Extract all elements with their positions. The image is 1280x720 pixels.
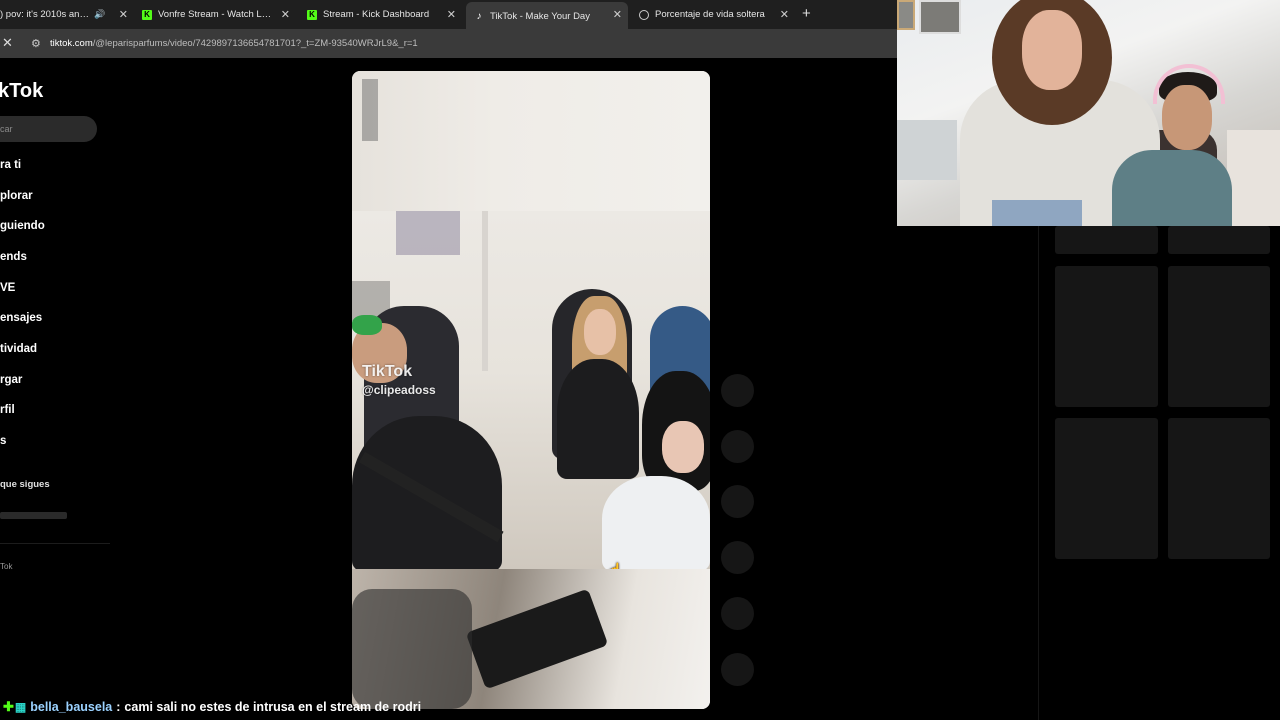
tab-title: ) pov: it's 2010s and you bbox=[0, 9, 90, 20]
sidebar-footer: Tok bbox=[0, 562, 13, 571]
tab-tiktok[interactable]: ♪ TikTok - Make Your Day ✕ bbox=[466, 2, 628, 29]
video-bottom-blur bbox=[352, 569, 710, 709]
sidebar-item-actividad[interactable]: tividad bbox=[0, 343, 37, 355]
sidebar-item-live[interactable]: VE bbox=[0, 282, 15, 294]
webcam-overlay bbox=[897, 0, 1280, 226]
tab-pov-video[interactable]: ) pov: it's 2010s and you 🔊 ✕ bbox=[0, 4, 128, 25]
video-frame: TikTok @clipeadoss ☝ bbox=[352, 211, 710, 569]
close-tab-icon[interactable]: ✕ bbox=[613, 8, 622, 21]
subscriber-badge-icon: ▦ bbox=[14, 700, 27, 714]
video-thumbnail[interactable] bbox=[1055, 418, 1158, 559]
address-bar: ✕ ⚙ tiktok.com/@leparisparfums/video/742… bbox=[0, 29, 897, 58]
sidebar-item-mas[interactable]: s bbox=[0, 435, 6, 447]
url-host: tiktok.com bbox=[50, 38, 93, 49]
url-path: /@leparisparfums/video/74298971366547817… bbox=[92, 38, 418, 49]
mouse-cursor-icon: ☝ bbox=[606, 562, 623, 569]
sidebar-divider bbox=[0, 543, 110, 544]
kick-icon: K bbox=[142, 9, 152, 20]
tab-title: Stream - Kick Dashboard bbox=[323, 9, 430, 20]
search-input[interactable]: car bbox=[0, 116, 97, 142]
tab-title: TikTok - Make Your Day bbox=[490, 11, 590, 22]
tiktok-icon: ♪ bbox=[476, 11, 482, 22]
watermark-brand: TikTok bbox=[362, 363, 413, 380]
stop-loading-icon[interactable]: ✕ bbox=[2, 35, 13, 51]
close-tab-icon[interactable]: ✕ bbox=[447, 8, 456, 21]
speaker-icon[interactable]: 🔊 bbox=[94, 9, 105, 20]
moderator-badge-icon: ✚ bbox=[3, 699, 14, 714]
tiktok-logo[interactable]: kTok bbox=[0, 80, 43, 103]
wall-picture bbox=[919, 0, 961, 34]
sidebar-item-para-ti[interactable]: ra ti bbox=[0, 159, 21, 171]
video-player[interactable]: TikTok @clipeadoss ☝ bbox=[352, 71, 710, 709]
kick-icon: K bbox=[307, 9, 317, 20]
globe-icon bbox=[639, 9, 649, 20]
close-tab-icon[interactable]: ✕ bbox=[281, 8, 290, 21]
sidebar-item-explorar[interactable]: plorar bbox=[0, 190, 33, 202]
like-button[interactable] bbox=[721, 374, 754, 407]
video-top-blur bbox=[352, 71, 710, 211]
tab-porcentaje[interactable]: Porcentaje de vida soltera ✕ bbox=[639, 4, 789, 25]
sidebar-item-perfil[interactable]: rfil bbox=[0, 404, 15, 416]
chat-text: cami sali no estes de intrusa en el stre… bbox=[124, 700, 422, 714]
tab-title: Vonfre Stream - Watch Live on bbox=[158, 9, 273, 20]
bookmark-button[interactable] bbox=[721, 485, 754, 518]
streamer-2 bbox=[1112, 150, 1232, 226]
more-button[interactable] bbox=[721, 653, 754, 686]
tab-title: Porcentaje de vida soltera bbox=[655, 9, 765, 20]
desk bbox=[897, 120, 957, 180]
following-placeholder bbox=[0, 512, 67, 519]
sidebar-item-friends[interactable]: ends bbox=[0, 251, 27, 263]
chat-username: bella_bausela bbox=[30, 700, 113, 714]
music-button[interactable] bbox=[721, 597, 754, 630]
chat-separator: : bbox=[116, 700, 121, 714]
browser-tab-bar: ) pov: it's 2010s and you 🔊 ✕ K Vonfre S… bbox=[0, 0, 897, 29]
comment-button[interactable] bbox=[721, 430, 754, 463]
sidebar-item-mensajes[interactable]: ensajes bbox=[0, 312, 42, 324]
wall-frame bbox=[897, 0, 915, 30]
bed bbox=[1227, 130, 1280, 226]
tab-kick-dashboard[interactable]: K Stream - Kick Dashboard ✕ bbox=[307, 4, 456, 25]
share-button[interactable] bbox=[721, 541, 754, 574]
cat-ears-headset bbox=[1153, 64, 1225, 104]
video-thumbnail[interactable] bbox=[1168, 226, 1270, 254]
site-info-icon[interactable]: ⚙ bbox=[31, 37, 43, 50]
video-thumbnail[interactable] bbox=[1168, 266, 1270, 407]
sidebar-item-cargar[interactable]: rgar bbox=[0, 374, 22, 386]
pane-divider bbox=[1038, 226, 1039, 720]
search-placeholder: car bbox=[0, 124, 13, 134]
url-field[interactable]: tiktok.com/@leparisparfums/video/7429897… bbox=[50, 38, 418, 49]
streamer-1-face bbox=[1022, 10, 1082, 90]
close-tab-icon[interactable]: ✕ bbox=[119, 8, 128, 21]
chat-message: ✚ ▦ bella_bausela : cami sali no estes d… bbox=[0, 697, 421, 717]
tab-vonfre-stream[interactable]: K Vonfre Stream - Watch Live on ✕ bbox=[142, 4, 290, 25]
following-section-label: que sigues bbox=[0, 479, 50, 490]
watermark-handle: @clipeadoss bbox=[362, 383, 436, 397]
video-thumbnail[interactable] bbox=[1055, 226, 1158, 254]
sidebar-item-siguiendo[interactable]: guiendo bbox=[0, 220, 45, 232]
new-tab-button[interactable]: + bbox=[802, 5, 811, 22]
streamer-1-jeans bbox=[992, 200, 1082, 226]
video-thumbnail[interactable] bbox=[1055, 266, 1158, 407]
close-tab-icon[interactable]: ✕ bbox=[780, 8, 789, 21]
video-thumbnail[interactable] bbox=[1168, 418, 1270, 559]
tiktok-watermark: TikTok @clipeadoss bbox=[362, 363, 436, 397]
